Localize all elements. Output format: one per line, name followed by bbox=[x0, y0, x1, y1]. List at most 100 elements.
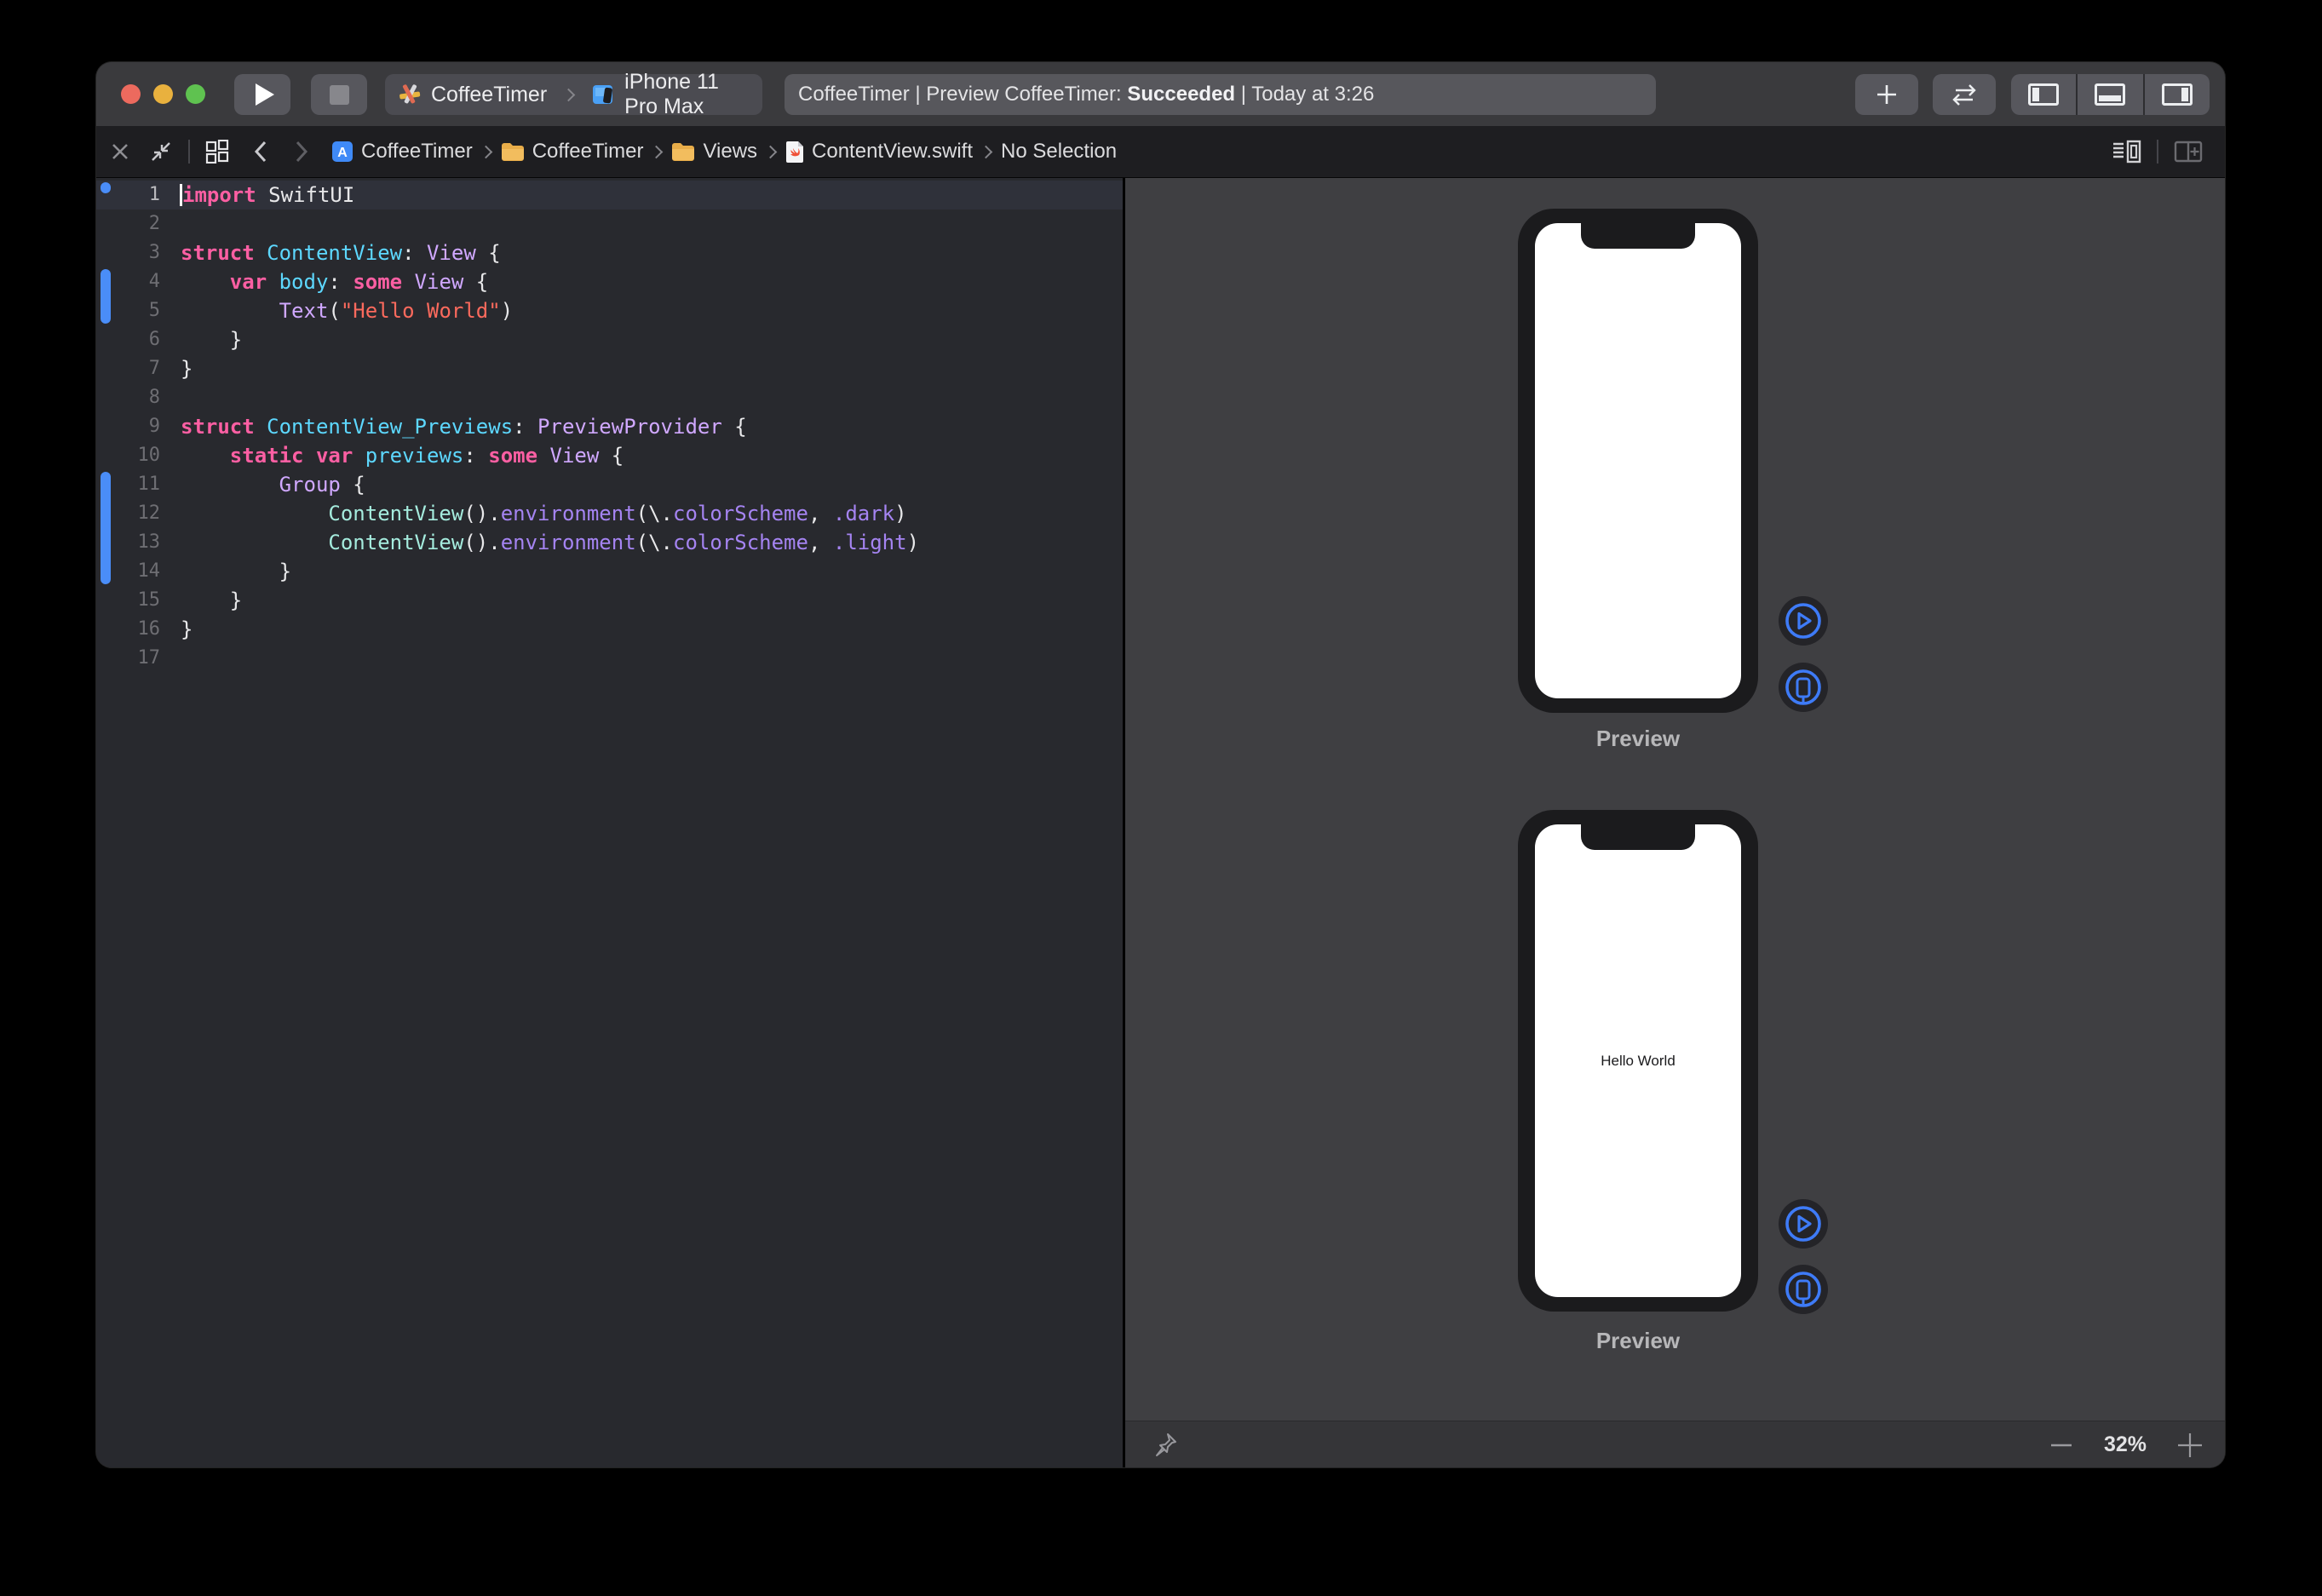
preview-bottom-bar: 32% bbox=[1125, 1421, 2225, 1467]
code-line[interactable]: 15 } bbox=[96, 586, 1123, 615]
split-editor-plus-icon bbox=[2174, 140, 2203, 164]
scheme-device-label: iPhone 11 Pro Max bbox=[624, 70, 750, 119]
code-line[interactable]: 8 bbox=[96, 383, 1123, 412]
toolbar: CoffeeTimer iPhone 11 Pro Max CoffeeTime… bbox=[96, 62, 2225, 126]
breadcrumb-project[interactable]: A CoffeeTimer bbox=[331, 140, 473, 164]
code-text: } bbox=[181, 557, 291, 586]
code-line[interactable]: 11 Group { bbox=[96, 470, 1123, 499]
code-line[interactable]: 10 static var previews: some View { bbox=[96, 441, 1123, 470]
source-change-bar[interactable] bbox=[101, 269, 111, 324]
code-lines: 1import SwiftUI23struct ContentView: Vie… bbox=[96, 181, 1123, 673]
code-text: ContentView().environment(\.colorScheme,… bbox=[181, 499, 907, 528]
chevron-right-icon bbox=[650, 145, 664, 158]
forward-button[interactable] bbox=[294, 140, 309, 164]
breadcrumb-label: Views bbox=[703, 140, 757, 164]
preview-title: Preview bbox=[1518, 726, 1758, 752]
code-line[interactable]: 7} bbox=[96, 354, 1123, 383]
zoom-in-button[interactable] bbox=[2175, 1431, 2204, 1460]
code-line[interactable]: 1import SwiftUI bbox=[96, 181, 1123, 210]
plus-icon bbox=[2175, 1431, 2204, 1460]
code-text: static var previews: some View { bbox=[181, 441, 624, 470]
editor-split: 1import SwiftUI23struct ContentView: Vie… bbox=[96, 178, 2225, 1467]
code-line[interactable]: 12 ContentView().environment(\.colorSche… bbox=[96, 499, 1123, 528]
toggle-debug-area-button[interactable] bbox=[2078, 74, 2142, 115]
svg-text:A: A bbox=[337, 146, 348, 160]
pin-preview-button[interactable] bbox=[1151, 1430, 1180, 1463]
code-text: } bbox=[181, 325, 242, 354]
stop-button[interactable] bbox=[311, 74, 367, 115]
live-preview-button[interactable] bbox=[1779, 1199, 1828, 1249]
editor-options-button[interactable] bbox=[2112, 139, 2141, 164]
source-change-bar[interactable] bbox=[101, 472, 111, 584]
play-circle-icon bbox=[1784, 1204, 1823, 1243]
chevron-right-icon bbox=[294, 140, 309, 164]
live-preview-button[interactable] bbox=[1779, 596, 1828, 646]
source-change-bar[interactable] bbox=[101, 182, 111, 193]
preview-on-device-button[interactable] bbox=[1779, 663, 1828, 712]
add-button[interactable] bbox=[1855, 74, 1918, 115]
scheme-selector[interactable]: CoffeeTimer iPhone 11 Pro Max bbox=[385, 74, 762, 115]
zoom-level: 32% bbox=[2104, 1432, 2147, 1457]
code-line[interactable]: 17 bbox=[96, 644, 1123, 673]
code-line[interactable]: 14 } bbox=[96, 557, 1123, 586]
device-circle-icon bbox=[1784, 1270, 1823, 1309]
toggle-inspectors-button[interactable] bbox=[2145, 74, 2210, 115]
right-panel-icon bbox=[2162, 83, 2193, 106]
activity-status-bar[interactable]: CoffeeTimer | Preview CoffeeTimer: Succe… bbox=[785, 74, 1656, 115]
divider bbox=[188, 140, 190, 164]
breadcrumb-label: No Selection bbox=[1001, 140, 1117, 164]
breadcrumb-selection[interactable]: No Selection bbox=[1001, 140, 1117, 164]
code-line[interactable]: 2 bbox=[96, 210, 1123, 238]
breadcrumb-group[interactable]: CoffeeTimer bbox=[501, 140, 644, 164]
minus-icon bbox=[2048, 1432, 2075, 1459]
simulator-device-icon bbox=[592, 83, 616, 106]
line-number: 16 bbox=[96, 615, 160, 644]
zoom-window-button[interactable] bbox=[186, 84, 205, 104]
folder-icon bbox=[501, 142, 525, 161]
code-line[interactable]: 6 } bbox=[96, 325, 1123, 354]
scheme-project-label: CoffeeTimer bbox=[431, 83, 547, 107]
close-editor-button[interactable] bbox=[110, 141, 130, 162]
code-line[interactable]: 3struct ContentView: View { bbox=[96, 238, 1123, 267]
preview-screen-text: Hello World bbox=[1601, 1053, 1675, 1070]
line-number: 10 bbox=[96, 441, 160, 470]
code-line[interactable]: 13 ContentView().environment(\.colorSche… bbox=[96, 528, 1123, 557]
collapse-editor-button[interactable] bbox=[149, 140, 173, 164]
swift-file-icon bbox=[785, 141, 804, 164]
play-circle-icon bbox=[1784, 601, 1823, 640]
breadcrumb-group[interactable]: Views bbox=[671, 140, 757, 164]
run-button[interactable] bbox=[234, 74, 290, 115]
toggle-navigator-button[interactable] bbox=[2011, 74, 2076, 115]
add-editor-button[interactable] bbox=[2174, 140, 2203, 164]
breadcrumb-label: CoffeeTimer bbox=[532, 140, 644, 164]
back-button[interactable] bbox=[253, 140, 268, 164]
line-number: 15 bbox=[96, 586, 160, 615]
code-line[interactable]: 4 var body: some View { bbox=[96, 267, 1123, 296]
chevron-right-icon bbox=[479, 145, 492, 158]
preview-device-frame: Hello World bbox=[1518, 810, 1758, 1312]
code-line[interactable]: 9struct ContentView_Previews: PreviewPro… bbox=[96, 412, 1123, 441]
preview-on-device-button[interactable] bbox=[1779, 1265, 1828, 1314]
close-window-button[interactable] bbox=[121, 84, 141, 104]
code-text: var body: some View { bbox=[181, 267, 488, 296]
app-icon: A bbox=[331, 141, 353, 163]
related-items-button[interactable] bbox=[205, 140, 229, 164]
code-line[interactable]: 16} bbox=[96, 615, 1123, 644]
editor-mode-button[interactable] bbox=[1933, 74, 1996, 115]
breadcrumb-file[interactable]: ContentView.swift bbox=[785, 140, 973, 164]
source-editor[interactable]: 1import SwiftUI23struct ContentView: Vie… bbox=[96, 178, 1123, 1467]
swap-arrows-icon bbox=[1949, 82, 1980, 107]
adjust-editor-icon bbox=[2112, 139, 2141, 164]
breadcrumb-label: ContentView.swift bbox=[812, 140, 973, 164]
chevron-right-icon bbox=[764, 145, 778, 158]
line-number: 3 bbox=[96, 238, 160, 267]
preview-canvas: Preview Hello World bbox=[1125, 178, 2225, 1467]
minimize-window-button[interactable] bbox=[153, 84, 173, 104]
jump-bar: A CoffeeTimer CoffeeTimer Views bbox=[96, 126, 2225, 178]
chevron-right-icon bbox=[562, 88, 576, 101]
divider bbox=[2157, 140, 2158, 164]
code-text: struct ContentView_Previews: PreviewProv… bbox=[181, 412, 747, 441]
zoom-out-button[interactable] bbox=[2048, 1432, 2075, 1459]
status-text-bold: Succeeded bbox=[1127, 83, 1235, 106]
code-line[interactable]: 5 Text("Hello World") bbox=[96, 296, 1123, 325]
